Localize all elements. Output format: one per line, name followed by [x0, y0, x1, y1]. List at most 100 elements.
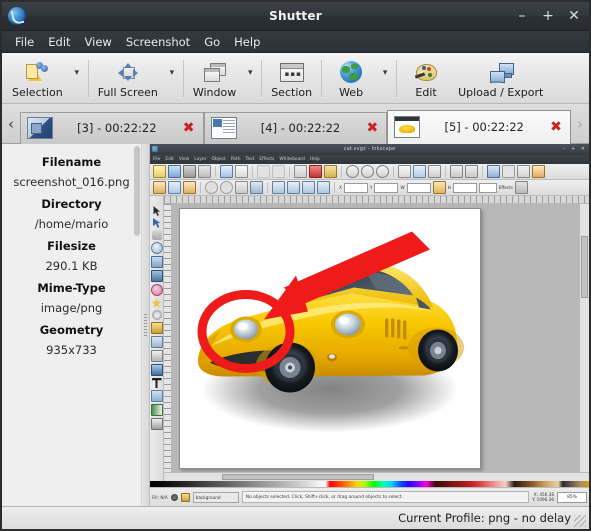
- property-directory: Directory /home/mario: [2, 196, 141, 232]
- toolbar-separator-4: [321, 60, 323, 97]
- canvas-vertical-scrollbar[interactable]: [579, 204, 589, 472]
- session-tab-4-close-icon[interactable]: ✖: [364, 121, 380, 135]
- menu-go[interactable]: Go: [197, 34, 227, 50]
- resize-grip-icon[interactable]: [574, 515, 586, 527]
- menu-file[interactable]: File: [8, 34, 41, 50]
- inkscape-toolbar-separator-4: [341, 166, 342, 177]
- zoom-level-field[interactable]: 85%: [557, 491, 587, 503]
- group-icon: [450, 165, 463, 178]
- toolbar-fullscreen-button[interactable]: Full Screen: [92, 55, 164, 103]
- web-dropdown-arrow[interactable]: ▾: [377, 55, 393, 103]
- toolbar-fullscreen-label: Full Screen: [97, 86, 158, 99]
- property-geometry-key: Geometry: [39, 323, 104, 337]
- layer-lock-icon[interactable]: [180, 492, 190, 502]
- canvas-vertical-scrollbar-thumb[interactable]: [581, 236, 588, 298]
- menu-screenshot[interactable]: Screenshot: [119, 34, 197, 50]
- menu-edit[interactable]: Edit: [41, 34, 77, 50]
- ellipse-tool-icon[interactable]: [150, 284, 163, 296]
- spiral-tool-icon[interactable]: [151, 310, 162, 320]
- calligraphy-tool-icon[interactable]: [150, 350, 163, 362]
- opacity-icon[interactable]: [170, 493, 178, 501]
- session-tab-5-close-icon[interactable]: ✖: [548, 120, 564, 134]
- sidebar-scrollbar[interactable]: [134, 146, 140, 504]
- select-all-layers-icon: [168, 181, 181, 194]
- toolbar-upload-export-button[interactable]: Upload / Export: [452, 55, 549, 103]
- clone-icon: [413, 165, 426, 178]
- toolbar-separator-1: [87, 60, 89, 97]
- dropper-tool-icon[interactable]: [150, 418, 163, 430]
- raise-to-top-icon: [272, 181, 285, 194]
- w-field[interactable]: [406, 182, 431, 193]
- tweak-tool-icon[interactable]: [151, 230, 162, 240]
- selection-dropdown-arrow[interactable]: ▾: [69, 55, 85, 103]
- toolbar-web-button[interactable]: Web: [325, 55, 377, 103]
- open-document-icon: [168, 165, 181, 178]
- 3dbox-tool-icon[interactable]: [150, 270, 163, 282]
- h-field[interactable]: [452, 182, 477, 193]
- units-dropdown[interactable]: [478, 182, 497, 193]
- undo-icon: [257, 165, 270, 178]
- property-filesize: Filesize 290.1 KB: [2, 238, 141, 274]
- selector-tool-icon[interactable]: [153, 206, 160, 216]
- pencil-tool-icon[interactable]: [150, 322, 163, 334]
- zoom-tool-icon[interactable]: [150, 242, 163, 254]
- lower-icon: [302, 181, 315, 194]
- pane-splitter[interactable]: [142, 144, 150, 506]
- tab-scroll-left-button[interactable]: ‹: [2, 104, 20, 143]
- toolbar-edit-label: Edit: [415, 86, 437, 99]
- star-tool-icon[interactable]: [151, 298, 162, 308]
- canvas-horizontal-scrollbar-thumb[interactable]: [222, 474, 374, 480]
- menu-view[interactable]: View: [78, 34, 119, 50]
- affect-transforms-icon: [514, 181, 528, 194]
- fill-stroke-dialog-icon: [487, 165, 500, 178]
- inkscape-menu-path: Path: [230, 157, 241, 162]
- current-profile-status: Current Profile: png - no delay: [398, 511, 571, 525]
- session-tab-5-label: [5] - 00:22:22: [444, 120, 524, 134]
- connector-tool-icon[interactable]: [150, 390, 163, 402]
- y-field[interactable]: [374, 182, 399, 193]
- titlebar: Shutter – + ✕: [2, 2, 589, 31]
- inkscape-menu-object: Object: [211, 157, 226, 162]
- menu-help[interactable]: Help: [227, 34, 267, 50]
- x-field[interactable]: [343, 182, 368, 193]
- session-tab-3[interactable]: [3] - 00:22:22 ✖: [20, 111, 204, 144]
- session-tab-4[interactable]: [4] - 00:22:22 ✖: [203, 111, 388, 144]
- yellow-sports-car-illustration: [197, 231, 464, 433]
- duplicate-icon: [398, 165, 411, 178]
- canvas-horizontal-scrollbar[interactable]: [164, 472, 589, 481]
- tab-scroll-right-button[interactable]: ›: [571, 104, 589, 143]
- toolbar-window-button[interactable]: Window: [187, 55, 242, 103]
- session-tab-5[interactable]: [5] - 00:22:22 ✖: [387, 109, 572, 144]
- gradient-tool-icon[interactable]: [150, 404, 163, 416]
- property-directory-value: /home/mario: [34, 217, 109, 231]
- paintbucket-tool-icon[interactable]: [150, 364, 163, 376]
- window-dropdown-arrow[interactable]: ▾: [242, 55, 258, 103]
- rectangle-tool-icon[interactable]: [150, 256, 163, 268]
- close-button[interactable]: ✕: [567, 9, 581, 23]
- image-properties-sidebar: Filename screenshot_016.png Directory /h…: [2, 144, 142, 506]
- inkscape-menu-view: View: [178, 157, 190, 162]
- toolbar-selection-button[interactable]: Selection: [6, 55, 69, 103]
- sidebar-scrollbar-thumb[interactable]: [134, 146, 140, 236]
- paste-icon: [324, 165, 337, 178]
- canvas-page[interactable]: [179, 208, 481, 469]
- bezier-tool-icon[interactable]: [150, 336, 163, 348]
- minimize-button[interactable]: –: [515, 9, 529, 23]
- maximize-button[interactable]: +: [541, 9, 555, 23]
- flip-vertical-icon: [250, 181, 263, 194]
- session-tab-3-close-icon[interactable]: ✖: [181, 121, 197, 135]
- cursor-coordinates: X: 456.38 Y: 1096.36: [532, 492, 554, 502]
- text-tool-icon[interactable]: [151, 378, 162, 388]
- inkscape-command-toolbar: [150, 164, 589, 180]
- screenshot-preview-pane[interactable]: cat.svgz - Inkscape – + ✕ File Edit View…: [150, 144, 589, 506]
- session-tab-4-thumbnail: [210, 117, 237, 139]
- inkscape-tool-options-toolbar: X Y W H Effects: [150, 180, 589, 196]
- toolbar-edit-button[interactable]: Edit: [400, 55, 452, 103]
- inkscape-titlebar: cat.svgz - Inkscape – + ✕: [150, 144, 589, 155]
- toolbar-section-button[interactable]: Section: [265, 55, 318, 103]
- inkscape-canvas[interactable]: [172, 204, 579, 472]
- node-tool-icon[interactable]: [153, 218, 161, 228]
- layer-selector[interactable]: background: [192, 491, 239, 503]
- h-field-label: H: [447, 185, 451, 190]
- fullscreen-dropdown-arrow[interactable]: ▾: [164, 55, 180, 103]
